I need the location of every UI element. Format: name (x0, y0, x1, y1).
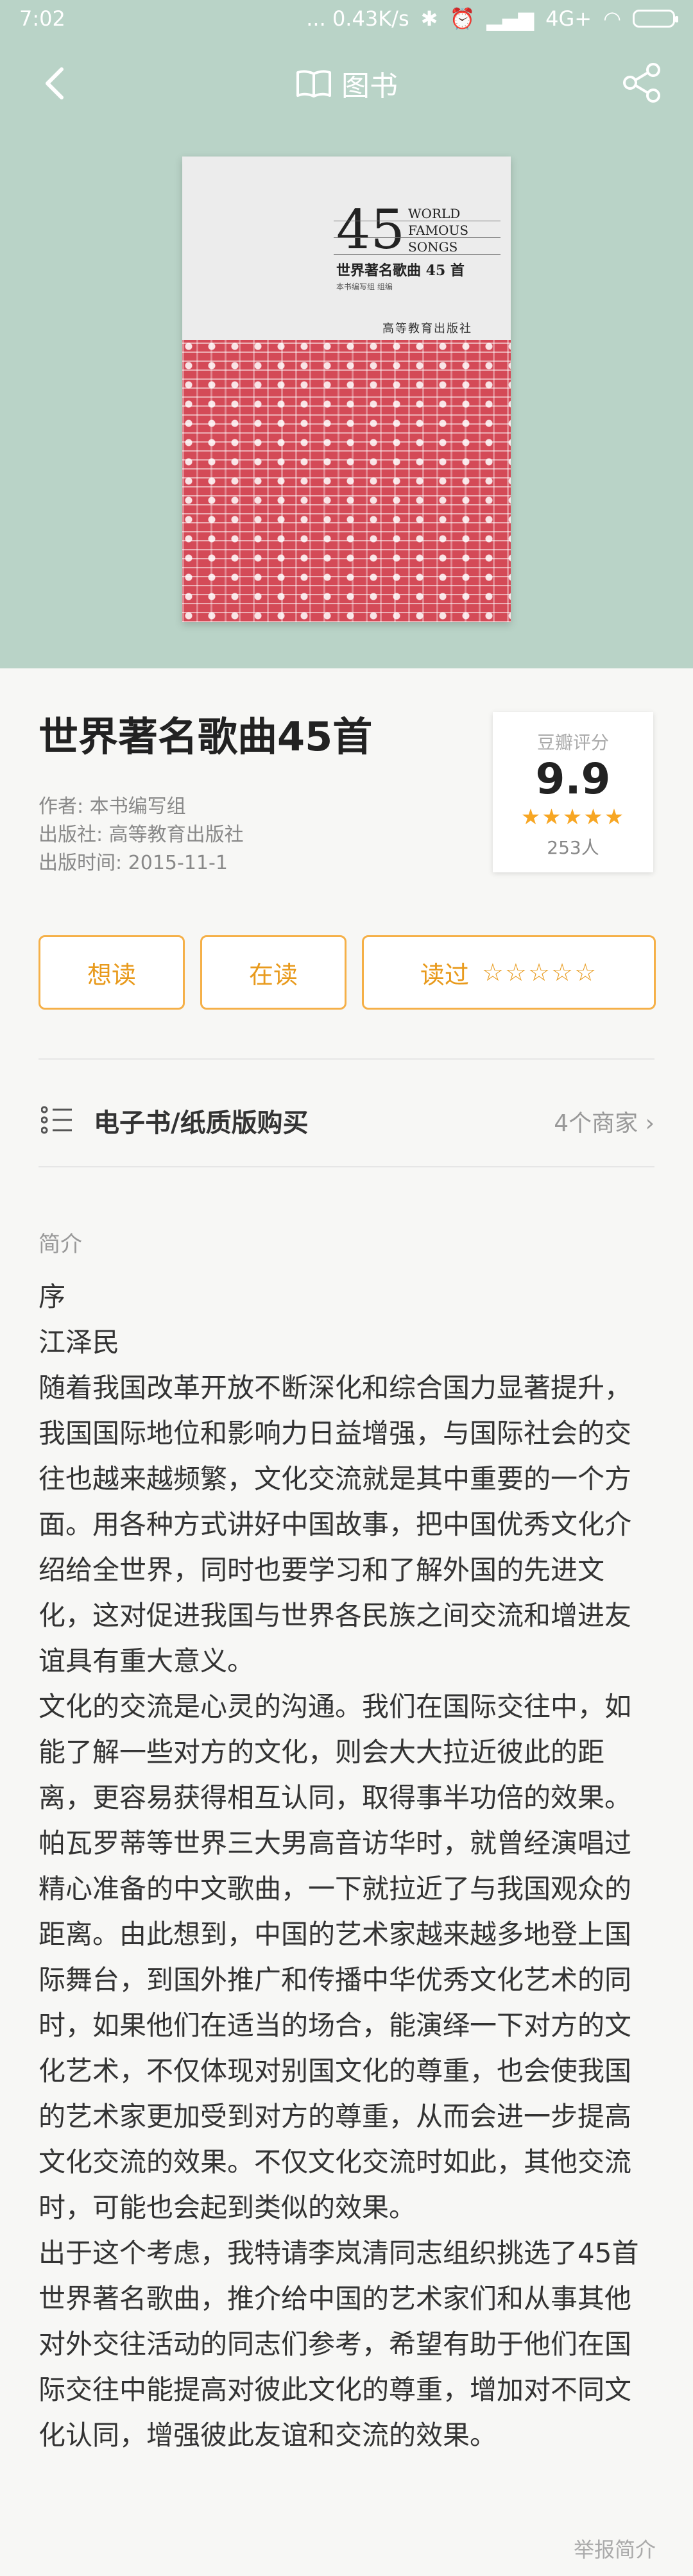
chevron-right-icon: › (645, 1110, 654, 1137)
rating-stars-icon: ★★★★★ (520, 804, 626, 830)
intro-heading: 简介 (38, 1232, 82, 1257)
nav-bar: 图书 (0, 56, 693, 114)
intro-paragraph: 文化的交流是心灵的沟通。我们在国际交往中，如能了解一些对方的文化，则会大大拉近彼… (38, 1691, 632, 2223)
cover-chinese-title: 世界著名歌曲 45 首 (336, 262, 465, 279)
book-title: 世界著名歌曲45首 (38, 713, 373, 760)
wifi-icon: ◠ (603, 6, 621, 31)
book-author: 作者: 本书编写组 (38, 795, 186, 818)
status-icons: ... 0.43K/s ✱ ⏰ ▂▄▆ 4G+ ◠ (306, 6, 678, 31)
bluetooth-icon: ✱ (420, 6, 438, 31)
network-type: 4G+ (545, 6, 592, 31)
cover-editor: 本书编写组 组编 (336, 282, 393, 291)
want-to-read-button[interactable]: 想读 (38, 935, 185, 1010)
book-cover[interactable]: 45 WORLD FAMOUS SONGS 世界著名歌曲 45 首 本书编写组 … (182, 157, 511, 622)
reading-button[interactable]: 在读 (200, 935, 346, 1010)
divider (38, 1058, 654, 1060)
signal-icon: ▂▄▆ (486, 6, 535, 31)
divider (38, 1166, 654, 1167)
hero-header: 7:02 ... 0.43K/s ✱ ⏰ ▂▄▆ 4G+ ◠ 图书 45 WOR… (0, 0, 693, 668)
merchant-count: 4个商家 › (554, 1105, 654, 1138)
cover-rule (334, 237, 501, 238)
list-icon (41, 1106, 72, 1134)
book-icon (296, 70, 331, 97)
buy-row[interactable]: 电子书/纸质版购买 4个商家 › (38, 1090, 654, 1148)
cover-rule (334, 254, 501, 255)
cover-english-line: FAMOUS (408, 223, 469, 238)
book-publisher: 出版社: 高等教育出版社 (38, 824, 244, 846)
page-title: 图书 (0, 63, 693, 104)
network-speed: ... 0.43K/s (306, 6, 409, 31)
cover-number: 45 (336, 198, 405, 261)
cover-english-line: SONGS (408, 239, 458, 255)
intro-paragraph: 江泽民 (38, 1326, 120, 1358)
report-intro-link[interactable]: 举报简介 (574, 2534, 656, 2563)
have-read-button[interactable]: 读过 ☆☆☆☆☆ (362, 935, 656, 1010)
rating-count: 253人 (547, 837, 599, 858)
rating-score: 9.9 (535, 754, 611, 804)
rating-card[interactable]: 豆瓣评分 9.9 ★★★★★ 253人 (493, 712, 653, 872)
have-read-label: 读过 (420, 960, 469, 989)
want-to-read-label: 想读 (87, 960, 136, 989)
reading-label: 在读 (248, 960, 298, 989)
cover-music-pattern (182, 340, 511, 622)
book-pub-date: 出版时间: 2015-11-1 (38, 852, 228, 874)
page-title-text: 图书 (341, 70, 398, 103)
intro-paragraph: 随着我国改革开放不断深化和综合国力显著提升，我国国际地位和影响力日益增强，与国际… (38, 1372, 632, 1677)
alarm-icon: ⏰ (449, 6, 475, 31)
cover-publisher: 高等教育出版社 (382, 322, 472, 335)
merchant-count-text: 4个商家 (554, 1110, 638, 1137)
buy-label: 电子书/纸质版购买 (94, 1108, 309, 1138)
empty-stars-icon: ☆☆☆☆☆ (481, 958, 598, 987)
cover-english-line: WORLD (408, 206, 461, 221)
intro-paragraph: 序 (38, 1281, 66, 1312)
status-time: 7:02 (19, 6, 65, 31)
status-bar: 7:02 ... 0.43K/s ✱ ⏰ ▂▄▆ 4G+ ◠ (0, 0, 693, 41)
share-icon[interactable] (621, 62, 663, 104)
battery-icon (633, 10, 678, 28)
cover-title-area: 45 WORLD FAMOUS SONGS 世界著名歌曲 45 首 本书编写组 … (182, 157, 511, 340)
cover-english-title: WORLD FAMOUS SONGS (408, 205, 468, 255)
intro-text: 序 江泽民 随着我国改革开放不断深化和综合国力显著提升，我国国际地位和影响力日益… (38, 1274, 654, 2458)
rating-label: 豆瓣评分 (536, 732, 609, 753)
intro-paragraph: 出于这个考虑，我特请李岚清同志组织挑选了45首世界著名歌曲，推介给中国的艺术家们… (38, 2237, 639, 2451)
